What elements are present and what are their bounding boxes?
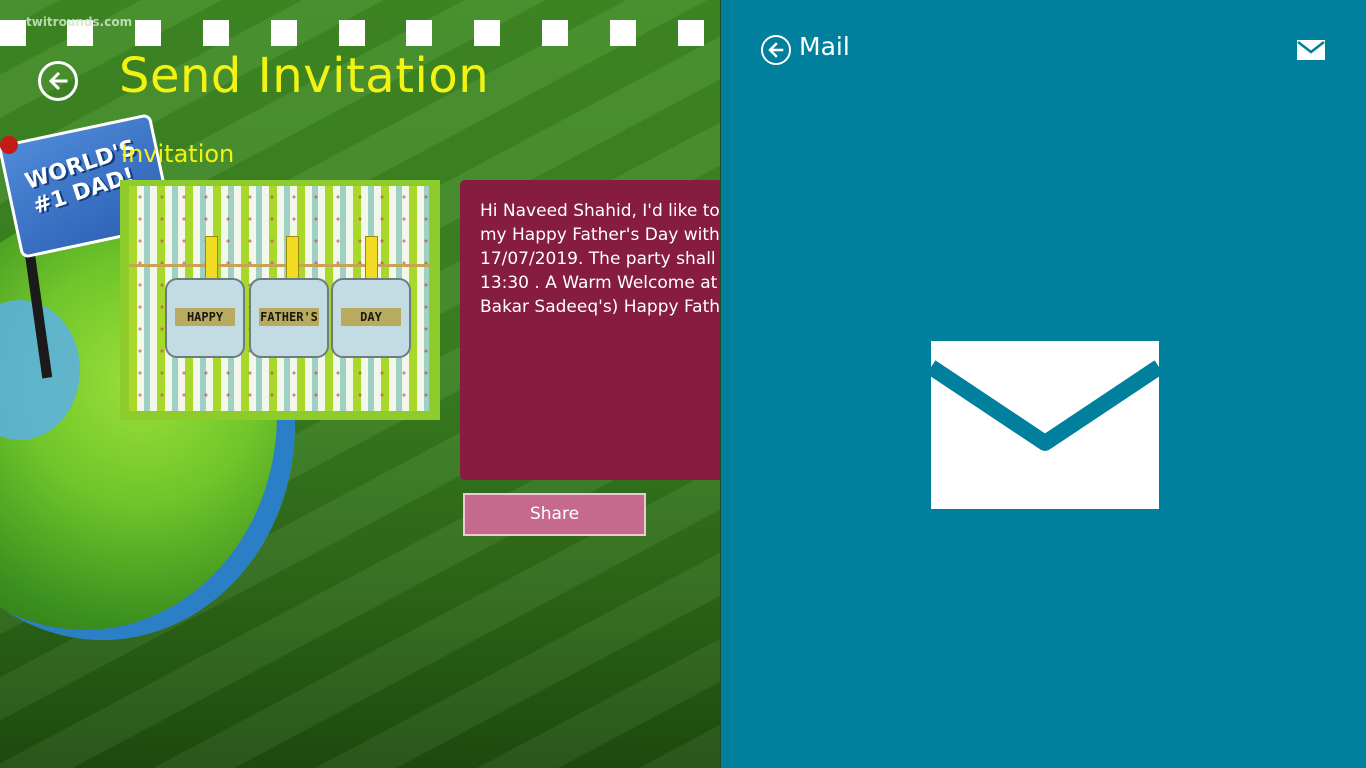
film-strip-hole <box>271 20 297 46</box>
card-tag-text: HAPPY <box>175 308 235 326</box>
message-line: Bakar Sadeeq's) Happy Fath <box>480 297 720 317</box>
film-strip-hole <box>406 20 432 46</box>
share-button[interactable]: Share <box>463 493 646 536</box>
invitation-message-box: Hi Naveed Shahid, I'd like to my Happy F… <box>460 180 720 480</box>
film-strip-hole <box>542 20 568 46</box>
card-tag-text: FATHER'S <box>259 308 319 326</box>
film-strip-hole <box>678 20 704 46</box>
back-button[interactable] <box>38 61 78 101</box>
card-tag: HAPPY <box>165 278 245 358</box>
card-tag: FATHER'S <box>249 278 329 358</box>
pin-icon <box>0 136 18 154</box>
back-arrow-icon <box>768 42 784 58</box>
invitation-message: Hi Naveed Shahid, I'd like to my Happy F… <box>480 199 720 319</box>
page-title: Send Invitation <box>119 48 490 104</box>
film-strip-hole <box>203 20 229 46</box>
card-tag-text: DAY <box>341 308 401 326</box>
mail-title: Mail <box>799 32 850 61</box>
mail-icon[interactable] <box>1297 38 1325 62</box>
twine-line <box>129 264 429 267</box>
film-strip-hole <box>135 20 161 46</box>
film-strip-hole <box>0 20 26 46</box>
message-line: 13:30 . A Warm Welcome at <box>480 273 718 293</box>
section-label: Invitation <box>121 140 235 168</box>
card-tag: DAY <box>331 278 411 358</box>
film-strip-hole <box>610 20 636 46</box>
message-line: Hi Naveed Shahid, I'd like to <box>480 201 720 221</box>
invitation-card-image: HAPPY FATHER'S DAY <box>120 180 440 420</box>
film-strip-hole <box>474 20 500 46</box>
invitation-app: twitrounds.com WORLD'S #1 DAD! Send Invi… <box>0 0 720 768</box>
film-strip-hole <box>339 20 365 46</box>
message-line: 17/07/2019. The party shall <box>480 249 716 269</box>
mail-share-pane: Mail <box>721 0 1366 768</box>
envelope-icon <box>931 341 1159 509</box>
card-pattern: HAPPY FATHER'S DAY <box>129 186 429 411</box>
back-arrow-icon <box>48 71 68 91</box>
message-line: my Happy Father's Day with <box>480 225 720 245</box>
mail-back-button[interactable] <box>761 35 791 65</box>
watermark: twitrounds.com <box>26 15 133 29</box>
